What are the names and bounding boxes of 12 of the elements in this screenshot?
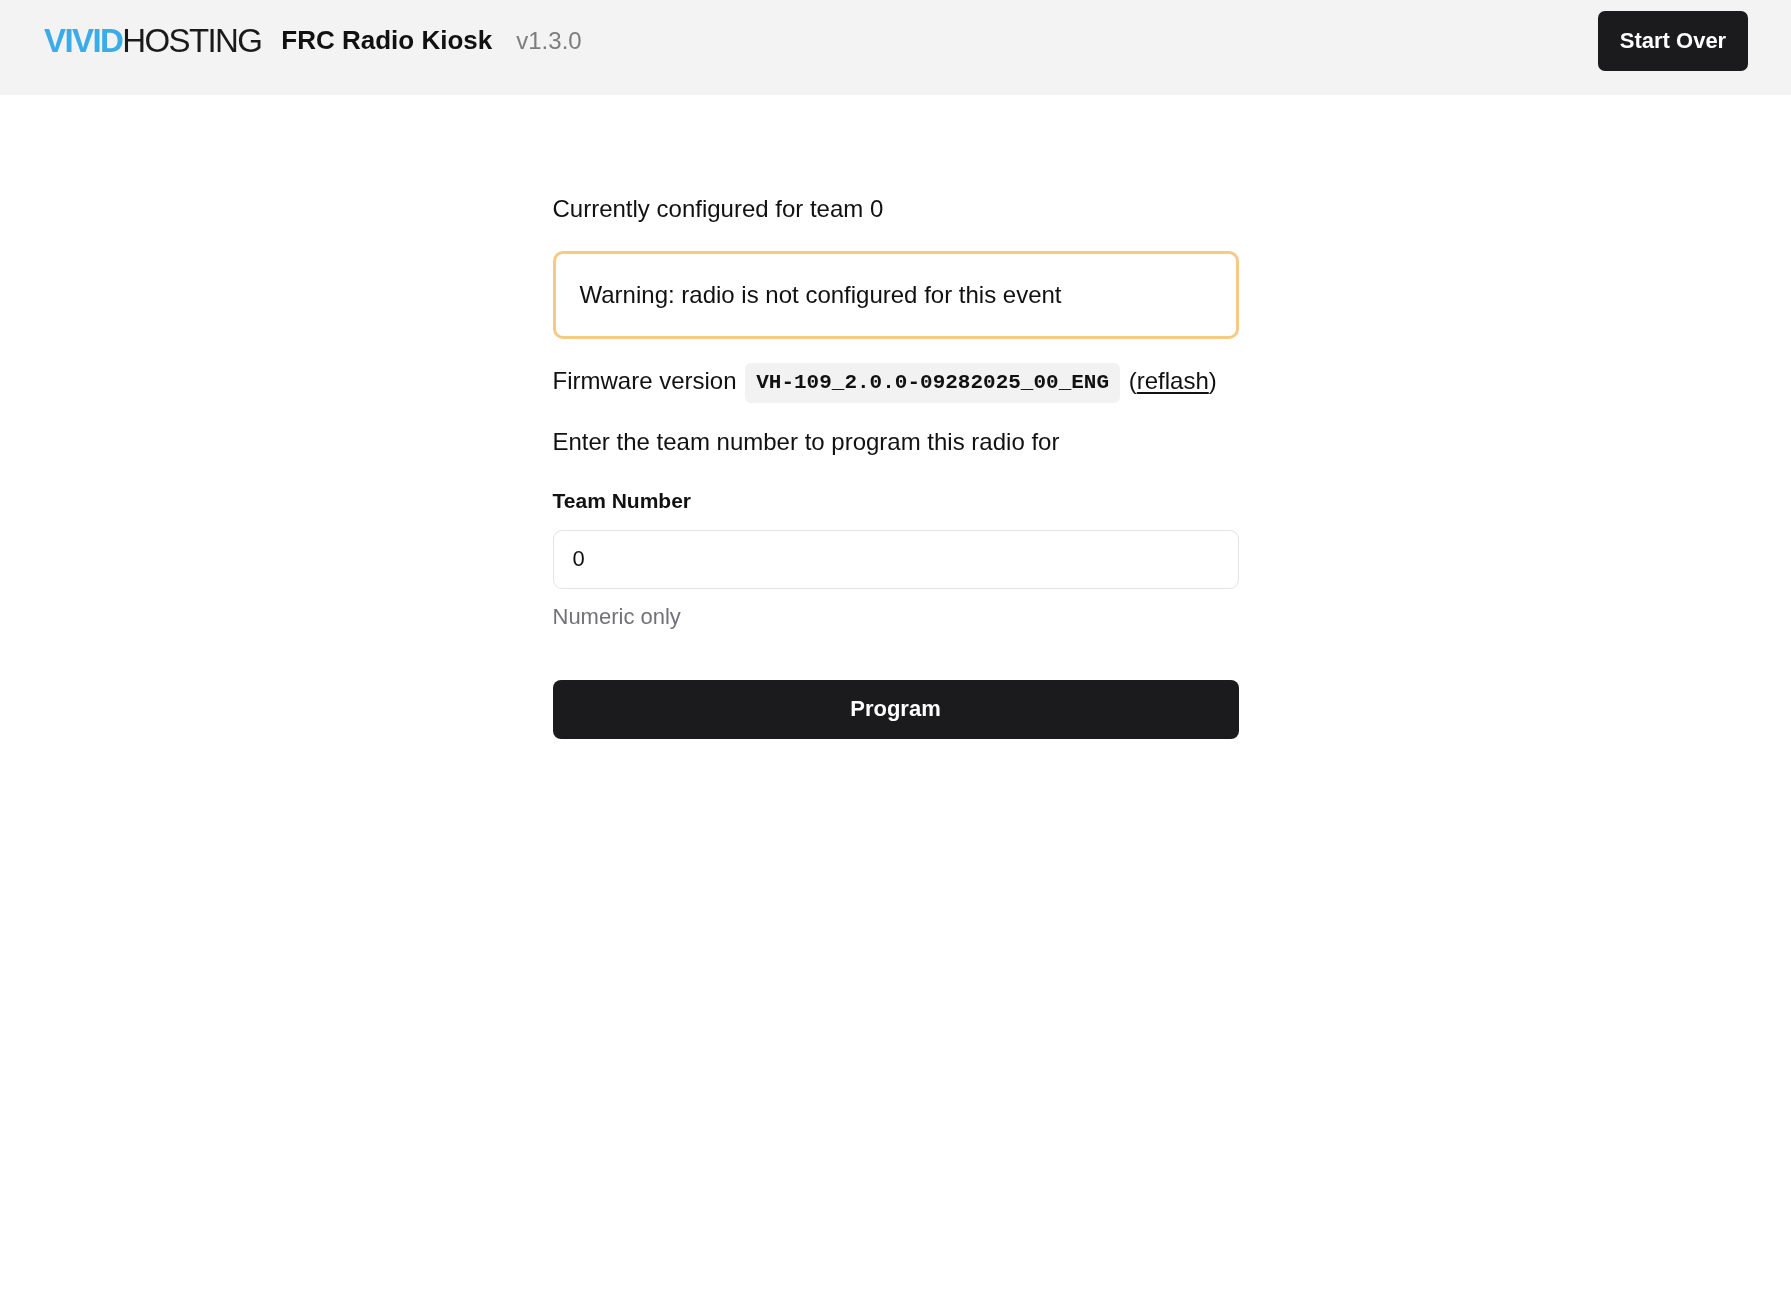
reflash-link[interactable]: reflash <box>1136 367 1209 394</box>
status-text: Currently configured for team 0 <box>552 194 885 224</box>
warning-alert: Warning: radio is not configured for this event <box>552 251 1239 339</box>
program-button[interactable]: Program <box>552 679 1239 739</box>
instruction-text: Enter the team number to program this radio for <box>552 426 1061 457</box>
team-number-label: Team Number <box>552 487 691 514</box>
team-number-input[interactable]: 0 <box>552 529 1239 589</box>
numeric-hint: Numeric only <box>552 602 681 631</box>
start-over-button[interactable]: Start Over <box>1598 10 1748 71</box>
app-title: FRC Radio Kiosk <box>281 25 493 56</box>
logo-wordmark: VIVIDHOSTING <box>44 20 262 61</box>
version-label: v1.3.0 <box>516 26 582 55</box>
